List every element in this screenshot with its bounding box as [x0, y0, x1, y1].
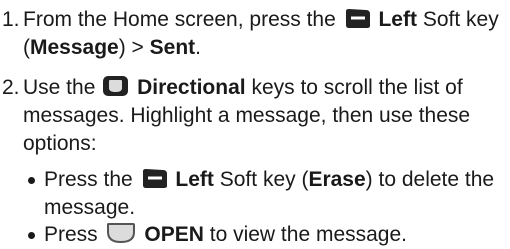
step-line: From the Home screen, press the Left Sof… [23, 6, 507, 34]
period: . [195, 36, 202, 59]
left-softkey-icon [140, 168, 168, 189]
step-text: Use the Directional keys to scroll the l… [23, 74, 507, 158]
step-line: (Message) > Sent. [23, 34, 507, 62]
paren: ( [23, 36, 30, 59]
bullet-text-part: ) to delete the [365, 168, 495, 191]
step-text-part: From the Home screen, press the [23, 8, 336, 31]
step-text-part: Soft key [422, 8, 499, 31]
bullet-dot [28, 232, 35, 239]
step-line: options: [23, 132, 97, 155]
bullet-line: Press the Left Soft key (Erase) to delet… [44, 166, 508, 194]
step-number: 1. [2, 8, 20, 31]
instruction-document: 1. From the Home screen, press the Left … [0, 0, 510, 246]
key-name: Left [175, 168, 214, 191]
bullet-text-part: to view the message. [209, 223, 407, 246]
step-line: messages. Highlight a message, then use … [23, 104, 471, 127]
key-name: OPEN [144, 223, 204, 246]
separator: ) > [118, 36, 144, 59]
bullet-text-part: Soft key ( [219, 168, 309, 191]
bullet-text-part: Press the [44, 168, 133, 191]
step-text: From the Home screen, press the Left Sof… [23, 6, 507, 62]
step-number: 2. [2, 76, 20, 99]
target-name: Sent [149, 36, 196, 59]
left-softkey-icon [343, 8, 371, 29]
key-name: Directional [137, 76, 246, 99]
bullet-text-part: Press [44, 223, 98, 246]
step-text-part: keys to scroll the list of [251, 76, 463, 99]
step-line: Use the Directional keys to scroll the l… [23, 74, 507, 102]
bullet-line: message. [44, 196, 136, 219]
step-text-part: Use the [23, 76, 96, 99]
key-name: Left [378, 8, 417, 31]
bullet-dot [28, 177, 35, 184]
bullet-text: Press the Left Soft key (Erase) to delet… [44, 166, 508, 222]
menu-name: Message [30, 36, 119, 59]
directional-key-icon [102, 75, 129, 97]
action-name: Erase [308, 168, 366, 191]
center-key-icon [105, 222, 137, 244]
